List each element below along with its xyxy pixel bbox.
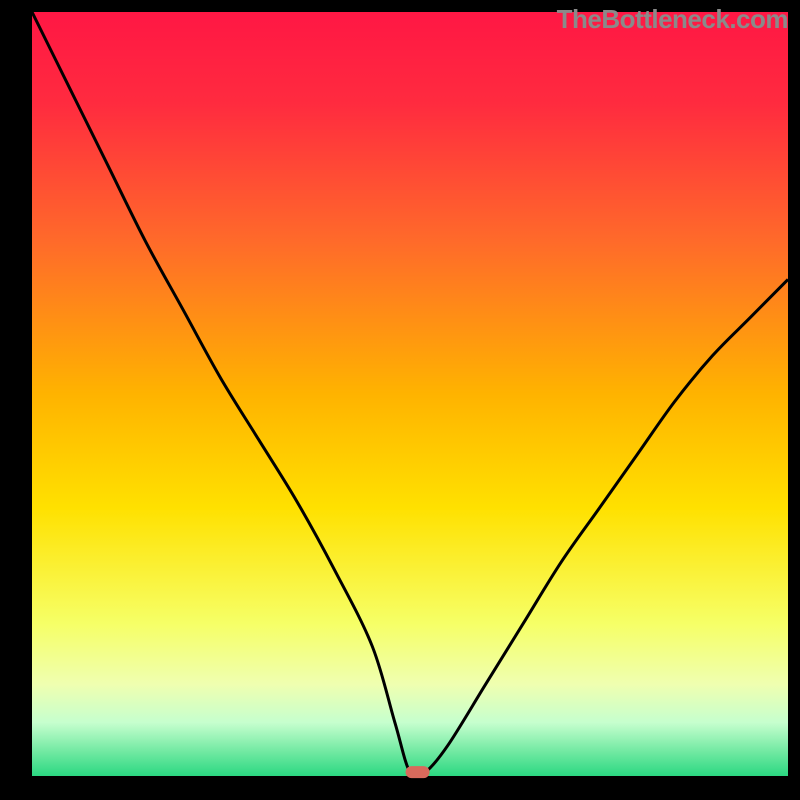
bottleneck-chart xyxy=(0,0,800,800)
watermark-text: TheBottleneck.com xyxy=(557,4,788,35)
minimum-marker xyxy=(406,766,430,778)
plot-background xyxy=(32,12,788,776)
